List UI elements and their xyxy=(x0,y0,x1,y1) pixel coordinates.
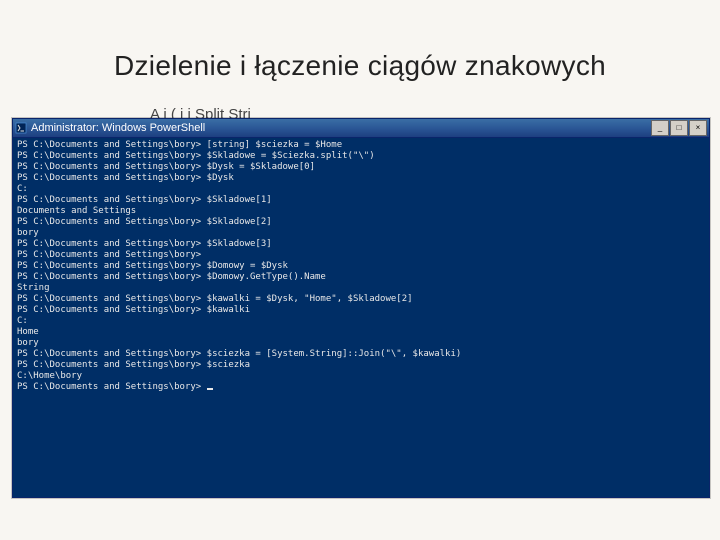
close-button[interactable]: × xyxy=(689,120,707,136)
cursor xyxy=(207,388,213,390)
titlebar[interactable]: Administrator: Windows PowerShell _ □ × xyxy=(13,119,709,138)
window-title-text: Administrator: Windows PowerShell xyxy=(31,122,651,134)
slide-title: Dzielenie i łączenie ciągów znakowych xyxy=(0,50,720,82)
window-buttons: _ □ × xyxy=(651,120,707,136)
minimize-button[interactable]: _ xyxy=(651,120,669,136)
powershell-window: Administrator: Windows PowerShell _ □ × … xyxy=(12,118,710,498)
console-text: PS C:\Documents and Settings\bory> [stri… xyxy=(17,140,461,392)
maximize-button[interactable]: □ xyxy=(670,120,688,136)
console-output[interactable]: PS C:\Documents and Settings\bory> [stri… xyxy=(13,138,709,497)
powershell-icon xyxy=(15,122,27,134)
